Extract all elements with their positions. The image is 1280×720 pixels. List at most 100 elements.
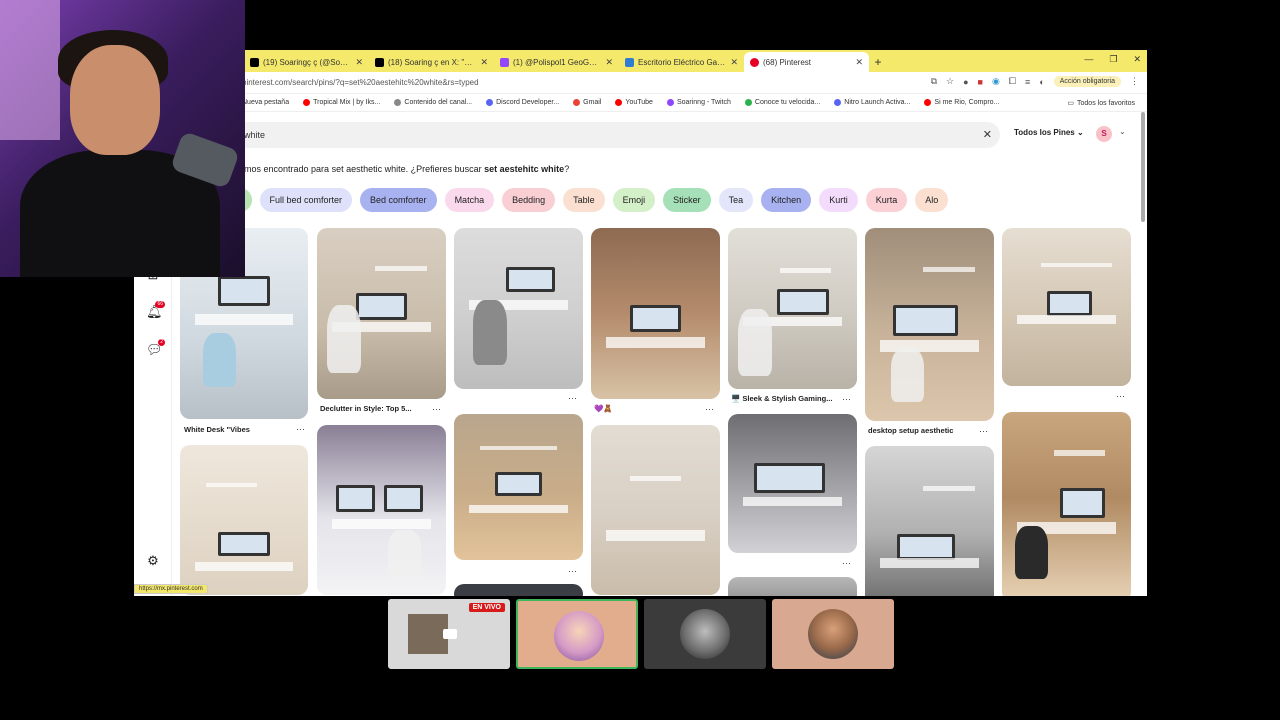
pin-title[interactable]: 🖥️ Sleek & Stylish Gaming... xyxy=(731,394,832,403)
maximize-icon[interactable]: ❐ xyxy=(1109,54,1117,65)
install-icon[interactable]: ⧉ xyxy=(931,76,937,87)
close-tab-icon[interactable]: ✕ xyxy=(605,57,613,68)
pin-more-icon[interactable]: ··· xyxy=(568,393,577,403)
pin-card[interactable] xyxy=(180,445,308,595)
media-icon[interactable]: ≡ xyxy=(1025,77,1030,87)
tab-twitch[interactable]: (1) @Polispol1 GeoGuessr Sho✕ xyxy=(494,52,619,72)
all-bookmarks-folder[interactable]: ▭ Todos los favoritos xyxy=(1067,99,1135,108)
chip-kurti[interactable]: Kurti xyxy=(819,188,858,212)
pin-more-icon[interactable]: ··· xyxy=(432,404,441,414)
bookmark-gmail[interactable]: Gmail xyxy=(573,99,601,106)
tab-pinterest[interactable]: (68) Pinterest ✕ xyxy=(744,52,869,72)
pin-card[interactable] xyxy=(454,228,583,389)
bookmark-twitch[interactable]: Soarinng - Twitch xyxy=(666,99,731,106)
bookmark-youtube[interactable]: YouTube xyxy=(615,99,653,106)
bookmark-contenido[interactable]: Contenido del canal... xyxy=(394,99,472,106)
minimize-icon[interactable]: — xyxy=(1084,54,1093,65)
chevron-down-icon: ⌄ xyxy=(1076,128,1084,137)
tab-escritorio[interactable]: Escritorio Eléctrico Gamer / 75✕ xyxy=(619,52,744,72)
link-status-bar: https://mx.pinterest.com xyxy=(134,584,208,594)
youtube-icon xyxy=(924,99,932,106)
clear-search-icon[interactable]: ✕ xyxy=(983,128,992,141)
pin-title[interactable]: desktop setup aesthetic xyxy=(868,426,953,435)
chip-emoji[interactable]: Emoji xyxy=(612,188,656,212)
page-scrollbar[interactable] xyxy=(1141,112,1145,222)
bookmark-tropical-mix[interactable]: Tropical Mix | by Iks... xyxy=(303,99,380,106)
accion-obligatoria-button[interactable]: Acción obligatoria xyxy=(1053,76,1121,87)
extension-icon[interactable]: ● xyxy=(963,77,968,87)
browser-window: (19) Soaringç ç (@Soaringchç✕ (18) Soari… xyxy=(134,50,1147,596)
chip-sticker[interactable]: Sticker xyxy=(663,188,711,212)
chip-tea[interactable]: Tea xyxy=(718,188,754,212)
chip-matcha[interactable]: Matcha xyxy=(444,188,495,212)
pin-card[interactable] xyxy=(317,425,446,595)
pin-card[interactable] xyxy=(454,414,583,560)
bookmark-si-me-rio[interactable]: Si me Rio, Compro... xyxy=(924,99,999,106)
avatar[interactable]: S xyxy=(1096,126,1112,142)
window-controls: — ❐ ✕ xyxy=(1084,54,1141,65)
bookmark-nitro[interactable]: Nitro Launch Activa... xyxy=(834,99,910,106)
pin-card[interactable] xyxy=(728,228,857,389)
pin-card[interactable] xyxy=(591,228,720,399)
bookmark-speedtest[interactable]: Conoce tu velocida... xyxy=(744,99,820,106)
address-bar[interactable]: pinterest.com/search/pins/?q=set%20aeste… xyxy=(134,72,1147,94)
messages-icon[interactable]: 💬︎ 2 xyxy=(146,339,165,357)
pin-more-icon[interactable]: ··· xyxy=(705,404,714,414)
pin-card[interactable] xyxy=(728,414,857,553)
chip-alo[interactable]: Alo xyxy=(915,188,949,212)
pin-title[interactable]: 💜🧸 xyxy=(594,404,613,413)
new-tab-button[interactable]: + xyxy=(869,55,887,69)
participant-anime-avatar[interactable] xyxy=(516,599,638,669)
chip-kitchen[interactable]: Kitchen xyxy=(761,188,812,212)
all-pins-dropdown[interactable]: Todos los Pines ⌄ xyxy=(1014,128,1084,137)
close-tab-icon[interactable]: ✕ xyxy=(730,57,738,68)
suggested-search-link[interactable]: set aestehitc white xyxy=(484,164,564,174)
speed-icon xyxy=(744,99,752,106)
settings-icon[interactable]: ⚙ xyxy=(146,554,160,568)
pin-more-icon[interactable]: ··· xyxy=(296,424,305,434)
pin-card[interactable] xyxy=(728,577,857,596)
pin-card[interactable] xyxy=(865,228,994,421)
extension-icon-blue[interactable]: ◉ xyxy=(992,76,1000,87)
pin-card[interactable] xyxy=(454,584,583,596)
tab-twitter-1[interactable]: (19) Soaringç ç (@Soaringchç✕ xyxy=(244,52,369,72)
pin-card[interactable] xyxy=(1002,228,1131,386)
puzzle-icon[interactable]: ⧠ xyxy=(1009,76,1016,87)
bookmark-nueva-pestana[interactable]: Nueva pestaña xyxy=(242,99,289,106)
pin-card[interactable] xyxy=(591,425,720,595)
chip-full-bed-comforter[interactable]: Full bed comforter xyxy=(259,188,353,212)
chip-bed-comforter[interactable]: Bed comforter xyxy=(360,188,437,212)
tab-twitter-2[interactable]: (18) Soaring ç en X: "EN STR✕ xyxy=(369,52,494,72)
participant-screen-share[interactable]: EN VIVO xyxy=(388,599,510,669)
pin-card[interactable] xyxy=(865,446,994,596)
extension-icon-red[interactable]: ■ xyxy=(978,77,983,87)
pin-title[interactable]: Declutter in Style: Top 5... xyxy=(320,404,412,413)
chip-bedding[interactable]: Bedding xyxy=(502,188,556,212)
pin-title[interactable]: White Desk "Vibes xyxy=(184,425,250,434)
participant-dark-avatar[interactable] xyxy=(644,599,766,669)
notifications-icon[interactable]: 🔔︎ 66 xyxy=(146,301,165,319)
pin-more-icon[interactable]: ··· xyxy=(1116,391,1125,401)
search-input-value[interactable]: white xyxy=(244,130,265,140)
pin-card[interactable] xyxy=(1002,412,1131,596)
bookmark-discord[interactable]: Discord Developer... xyxy=(486,99,559,106)
profile-icon[interactable]: ◐ xyxy=(1039,77,1044,87)
close-window-icon[interactable]: ✕ xyxy=(1133,54,1141,65)
pin-more-icon[interactable]: ··· xyxy=(568,566,577,576)
url-text[interactable]: pinterest.com/search/pins/?q=set%20aeste… xyxy=(242,78,479,87)
menu-icon[interactable]: ⋮ xyxy=(1130,76,1139,87)
close-tab-icon[interactable]: ✕ xyxy=(355,57,363,68)
chip-kurta[interactable]: Kurta xyxy=(865,188,908,212)
close-tab-icon[interactable]: ✕ xyxy=(480,57,488,68)
pin-more-icon[interactable]: ··· xyxy=(842,394,851,404)
chip-table[interactable]: Table xyxy=(563,188,605,212)
toolbar-icons: ⧉ ☆ ● ■ ◉ ⧠ ≡ ◐ Acción obligatoria ⋮ xyxy=(931,76,1139,87)
pin-more-icon[interactable]: ··· xyxy=(979,426,988,436)
pin-more-icon[interactable]: ··· xyxy=(842,558,851,568)
search-input[interactable]: white ✕ xyxy=(234,122,1000,148)
star-icon[interactable]: ☆ xyxy=(946,76,954,87)
close-tab-icon[interactable]: ✕ xyxy=(855,57,863,68)
participant-photo-avatar[interactable] xyxy=(772,599,894,669)
pin-card[interactable] xyxy=(317,228,446,399)
account-chevron-icon[interactable]: ⌄ xyxy=(1119,127,1126,136)
